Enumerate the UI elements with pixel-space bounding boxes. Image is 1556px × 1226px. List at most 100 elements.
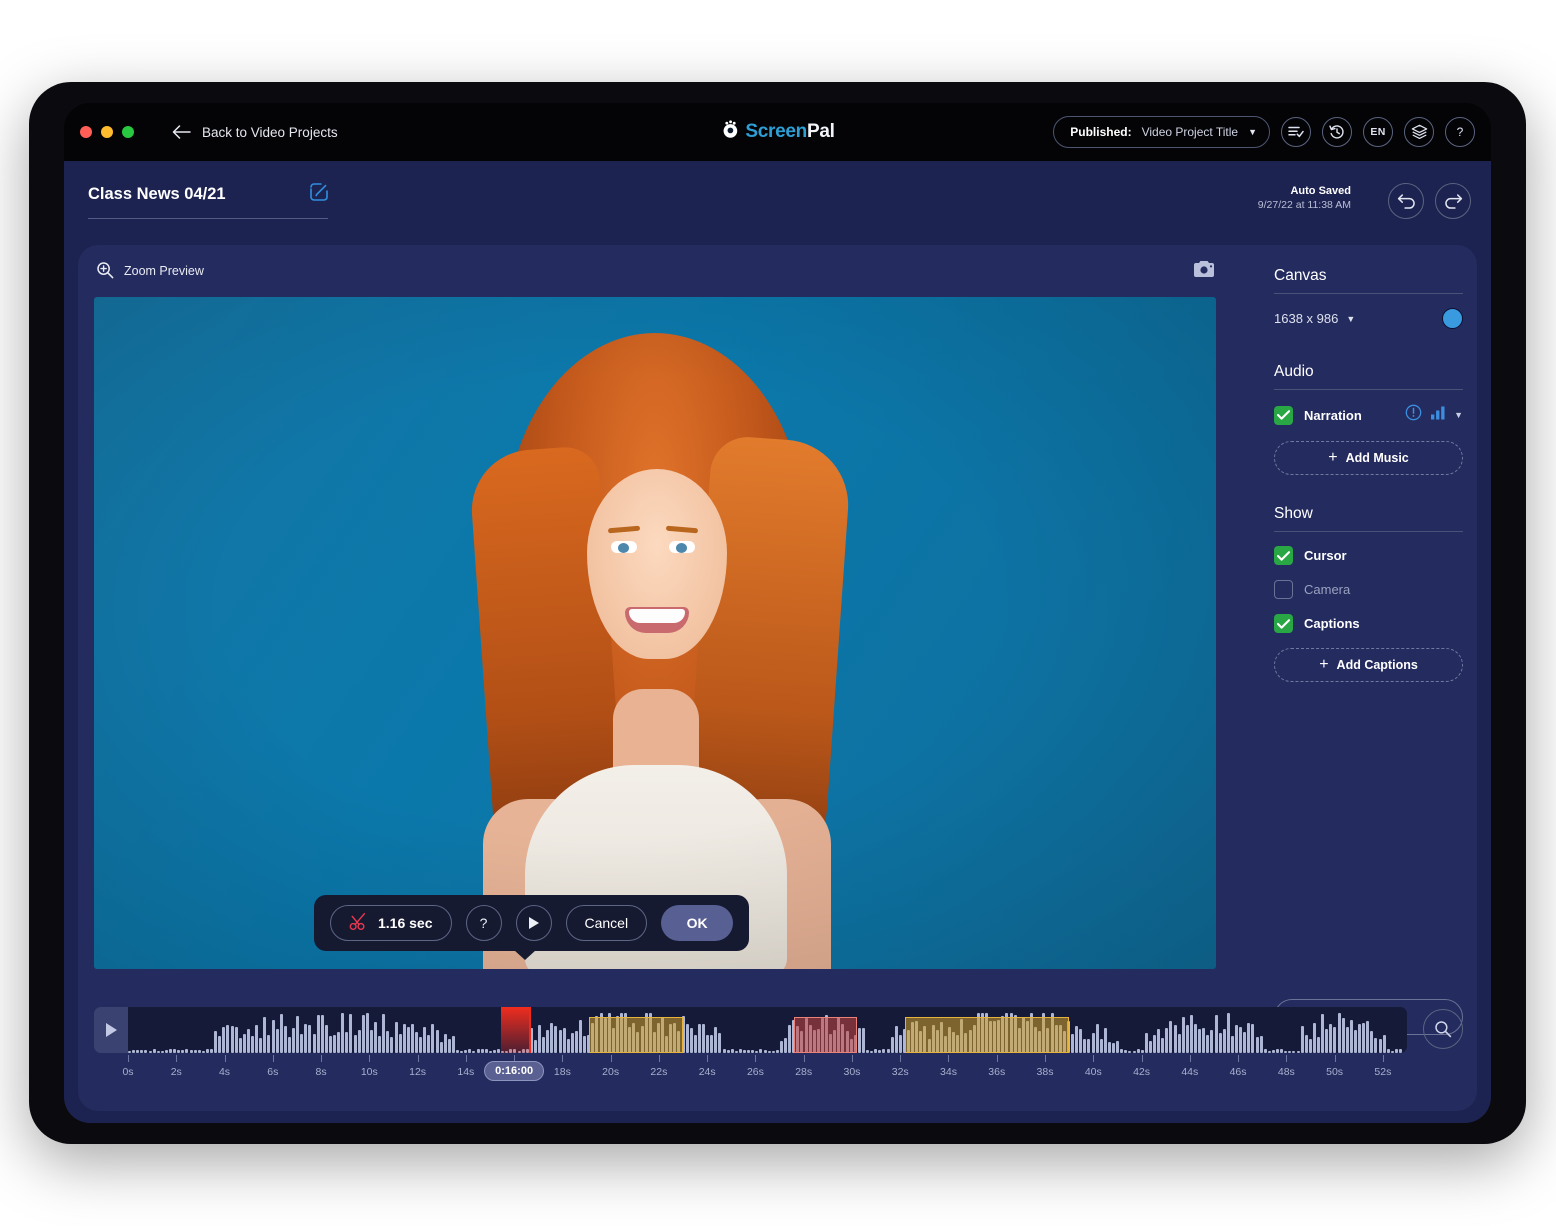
toolbar-help-icon[interactable]: ? — [465, 905, 502, 941]
ruler-tick-label: 30s — [843, 1066, 861, 1078]
close-window-button[interactable] — [80, 126, 92, 138]
ruler-tick — [803, 1055, 805, 1062]
publish-status-dropdown[interactable]: Published: Video Project Title ▼ — [1053, 116, 1270, 148]
canvas-background-color-swatch[interactable] — [1442, 308, 1463, 329]
waveform-bar — [320, 1015, 324, 1053]
back-link-label: Back to Video Projects — [202, 124, 338, 140]
ruler-tick — [1382, 1055, 1384, 1062]
checklist-icon[interactable] — [1281, 117, 1311, 147]
help-icon[interactable]: ? — [1445, 117, 1475, 147]
waveform-bar — [1173, 1025, 1177, 1053]
toolbar-play-icon[interactable] — [515, 905, 552, 941]
waveform-bar — [1362, 1022, 1366, 1053]
camera-icon[interactable] — [1193, 260, 1215, 283]
ruler-tick-label: 48s — [1277, 1066, 1295, 1078]
waveform-bar — [423, 1027, 427, 1053]
captions-checkbox[interactable] — [1274, 614, 1293, 633]
waveform-bar — [886, 1048, 890, 1053]
waveform-bar — [1329, 1024, 1333, 1053]
video-preview-canvas[interactable]: 1.16 sec ? Cancel OK — [94, 297, 1216, 969]
waveform-bar — [870, 1050, 874, 1053]
waveform-bar — [1214, 1014, 1218, 1053]
timeline-play-button[interactable] — [94, 1007, 128, 1053]
waveform-bar — [1312, 1023, 1316, 1053]
timeline-selection-region[interactable] — [794, 1017, 857, 1053]
timeline-zoom-region[interactable] — [905, 1017, 1070, 1053]
timeline-zoom-region[interactable] — [588, 1017, 684, 1053]
add-music-label: Add Music — [1345, 451, 1409, 465]
audio-level-icon[interactable] — [1430, 405, 1446, 425]
waveform-bar — [1308, 1039, 1312, 1053]
ruler-tick-label: 12s — [409, 1066, 427, 1078]
waveform-bar — [1288, 1051, 1292, 1053]
ruler-tick — [707, 1055, 709, 1062]
waveform-bar — [328, 1035, 332, 1053]
waveform-bar — [251, 1036, 254, 1053]
waveform-bar — [177, 1050, 181, 1053]
waveform-bar — [464, 1049, 468, 1053]
waveform-bar — [738, 1049, 742, 1053]
ruler-tick — [1045, 1055, 1047, 1062]
timeline-playhead-selection[interactable] — [500, 1007, 529, 1053]
ruler-tick — [176, 1055, 178, 1062]
waveform-bar — [460, 1050, 464, 1053]
undo-icon[interactable] — [1388, 183, 1424, 219]
timeline-ruler[interactable]: 0s 2s 4s 6s 8s 10s 12s 14s 18s 20s 22s 24s 26s 28s 30s… — [122, 1055, 1407, 1097]
cursor-checkbox[interactable] — [1274, 546, 1293, 565]
camera-label: Camera — [1304, 582, 1351, 597]
current-time-indicator[interactable]: 0:16:00 — [484, 1061, 545, 1081]
history-icon[interactable] — [1322, 117, 1352, 147]
narration-checkbox[interactable] — [1274, 405, 1293, 425]
cancel-button[interactable]: Cancel — [565, 905, 648, 941]
zoom-preview-toggle[interactable]: Zoom Preview — [96, 261, 204, 282]
arrow-left-icon — [172, 125, 191, 139]
search-magnifier-icon[interactable] — [1423, 1009, 1463, 1049]
timeline-playhead[interactable] — [528, 1007, 531, 1053]
language-icon[interactable]: EN — [1363, 117, 1393, 147]
redo-icon[interactable] — [1435, 183, 1471, 219]
waveform-bar — [132, 1049, 136, 1053]
waveform-bar — [410, 1023, 414, 1053]
ok-button[interactable]: OK — [661, 905, 734, 941]
waveform-bar — [173, 1049, 177, 1053]
waveform-bar — [390, 1037, 394, 1053]
waveform-bar — [435, 1029, 439, 1053]
waveform-bar — [304, 1024, 308, 1053]
waveform-bar — [1087, 1039, 1091, 1053]
edit-pencil-icon[interactable] — [310, 183, 328, 206]
narration-menu-chevron-down-icon[interactable]: ▼ — [1454, 410, 1463, 420]
camera-checkbox[interactable] — [1274, 580, 1293, 599]
waveform-bar — [279, 1013, 283, 1053]
back-to-video-projects-link[interactable]: Back to Video Projects — [172, 125, 338, 140]
canvas-size-dropdown[interactable]: 1638 x 986 ▼ — [1274, 311, 1355, 326]
waveform-bar — [255, 1025, 259, 1053]
maximize-window-button[interactable] — [122, 126, 134, 138]
waveform-bar — [779, 1040, 783, 1053]
exclamation-circle-icon[interactable] — [1405, 404, 1422, 426]
layers-icon[interactable] — [1404, 117, 1434, 147]
waveform-bar — [784, 1037, 787, 1053]
ruler-tick-label: 50s — [1326, 1066, 1344, 1078]
waveform-bar — [1255, 1037, 1259, 1053]
waveform-bar — [1202, 1027, 1206, 1053]
canvas-section-heading: Canvas — [1274, 267, 1327, 284]
waveform-bar — [1239, 1026, 1243, 1053]
waveform-bar — [1157, 1028, 1161, 1053]
waveform-bar — [714, 1027, 718, 1053]
waveform-bar — [890, 1036, 894, 1053]
ruler-tick — [1141, 1055, 1143, 1062]
waveform-bar — [312, 1034, 316, 1053]
waveform-bar — [210, 1049, 213, 1053]
timeline-track[interactable] — [128, 1007, 1407, 1053]
waveform-bar — [324, 1024, 328, 1053]
add-music-button[interactable]: + Add Music — [1274, 441, 1463, 475]
titlebar-actions: Published: Video Project Title ▼ EN ? — [1053, 103, 1475, 161]
minimize-window-button[interactable] — [101, 126, 113, 138]
waveform-bar — [283, 1025, 287, 1053]
waveform-bar — [574, 1030, 578, 1053]
waveform-bar — [378, 1035, 382, 1053]
cut-duration-button[interactable]: 1.16 sec — [330, 905, 452, 941]
waveform-bar — [1177, 1034, 1181, 1053]
project-title-field[interactable]: Class News 04/21 — [88, 183, 328, 219]
add-captions-button[interactable]: + Add Captions — [1274, 648, 1463, 682]
